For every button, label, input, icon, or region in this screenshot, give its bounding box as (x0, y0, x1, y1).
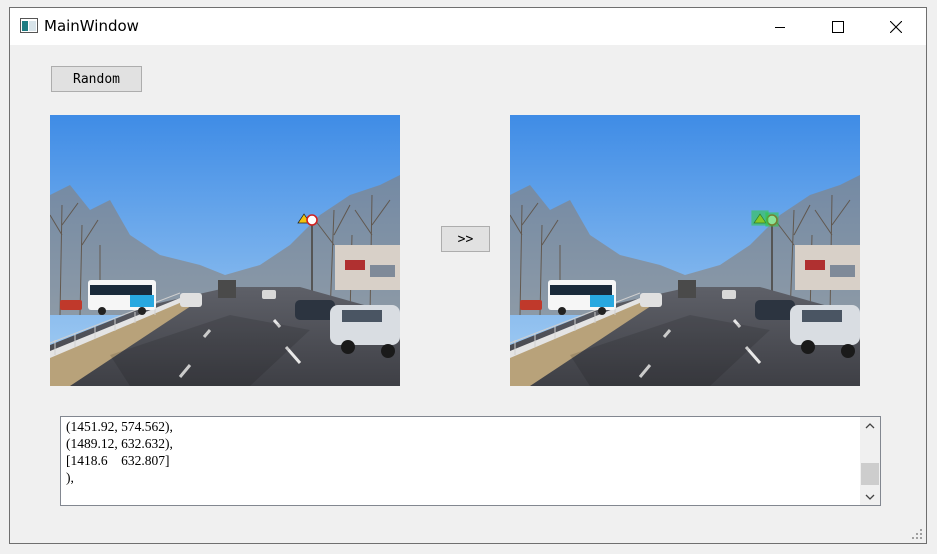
resize-grip-icon[interactable] (912, 529, 922, 539)
scroll-up-button[interactable] (860, 417, 880, 434)
output-textbox[interactable]: (1451.92, 574.562), (1489.12, 632.632), … (60, 416, 881, 506)
maximize-button[interactable] (809, 8, 867, 45)
minimize-icon (775, 26, 785, 28)
scroll-thumb[interactable] (861, 463, 879, 485)
street-photo-detected (510, 115, 860, 386)
window-title: MainWindow (44, 17, 139, 35)
output-line: (1489.12, 632.632), (66, 436, 173, 451)
input-image (50, 115, 400, 386)
process-button[interactable]: >> (441, 226, 490, 252)
app-icon (20, 18, 38, 33)
detection-box-speed (765, 212, 779, 227)
output-text: (1451.92, 574.562), (1489.12, 632.632), … (66, 418, 173, 486)
vertical-scrollbar[interactable] (860, 417, 880, 505)
chevron-up-icon (865, 422, 875, 428)
output-line: (1451.92, 574.562), (66, 419, 173, 434)
minimize-button[interactable] (751, 8, 809, 45)
street-photo (50, 115, 400, 386)
close-icon (890, 20, 902, 33)
maximize-icon (832, 20, 844, 33)
main-window: MainWindow Random >> (1451.92, 574.562),… (9, 7, 927, 544)
output-image (510, 115, 860, 386)
random-button[interactable]: Random (51, 66, 142, 92)
output-line: ), (66, 470, 74, 485)
title-bar[interactable]: MainWindow (10, 8, 926, 45)
close-button[interactable] (867, 8, 925, 45)
scroll-down-button[interactable] (860, 488, 880, 505)
output-line: [1418.6 632.807] (66, 453, 170, 468)
chevron-down-icon (865, 494, 875, 500)
